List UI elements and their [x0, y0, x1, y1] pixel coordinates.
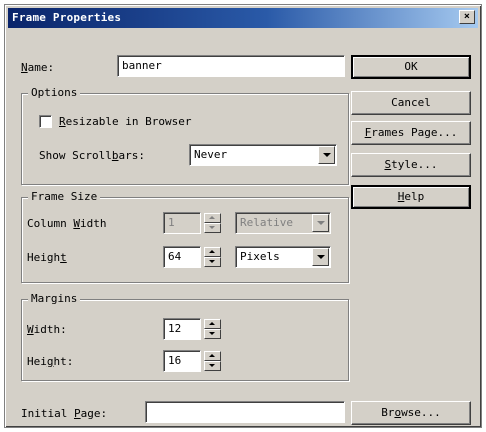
resizable-label[interactable]: Resizable in Browser: [59, 115, 191, 128]
frame-height-label: Height: [27, 251, 67, 264]
show-scrollbars-select[interactable]: Never: [189, 144, 337, 166]
name-input[interactable]: banner: [117, 55, 345, 77]
column-width-unit-value: Relative: [240, 216, 293, 229]
resizable-checkbox[interactable]: [39, 115, 52, 128]
margin-width-label: Width:: [27, 323, 67, 336]
cancel-button[interactable]: Cancel: [351, 91, 471, 115]
window-title: Frame Properties: [12, 11, 122, 24]
options-group-title: Options: [28, 86, 81, 99]
frame-height-unit-value: Pixels: [240, 250, 280, 263]
column-width-spinner: [204, 213, 221, 233]
frame-properties-dialog: Frame Properties × Name: banner Options …: [4, 4, 482, 428]
frame-height-spinner[interactable]: [204, 247, 221, 267]
show-scrollbars-value: Never: [194, 148, 228, 161]
margin-height-label: Height:: [27, 355, 74, 368]
help-button[interactable]: Help: [351, 185, 471, 209]
column-width-label: Column Width: [27, 217, 107, 230]
margin-height-input[interactable]: 16: [163, 350, 201, 372]
frames-page-button[interactable]: Frames Page...: [351, 121, 471, 145]
show-scrollbars-label: Show Scrollbars:: [39, 149, 145, 162]
browse-button[interactable]: Browse...: [351, 401, 471, 425]
chevron-down-icon[interactable]: [318, 146, 335, 164]
chevron-down-icon[interactable]: [312, 248, 329, 266]
frame-size-group-title: Frame Size: [28, 190, 101, 203]
initial-page-input[interactable]: [145, 401, 345, 423]
title-bar[interactable]: Frame Properties ×: [8, 8, 478, 28]
frame-height-unit-select[interactable]: Pixels: [235, 246, 331, 268]
column-width-unit-select: Relative: [235, 212, 331, 234]
frame-height-input[interactable]: 64: [163, 246, 201, 268]
close-icon[interactable]: ×: [459, 10, 475, 24]
margin-width-spinner[interactable]: [204, 319, 221, 339]
options-group: Options: [21, 86, 349, 185]
margins-group-title: Margins: [28, 292, 81, 305]
ok-button[interactable]: OK: [351, 55, 471, 79]
initial-page-label: Initial Page:: [21, 407, 108, 420]
style-button[interactable]: Style...: [351, 153, 471, 177]
frame-size-group: Frame Size: [21, 190, 349, 283]
chevron-down-icon: [312, 214, 329, 232]
margin-width-input[interactable]: 12: [163, 318, 201, 340]
margin-height-spinner[interactable]: [204, 351, 221, 371]
name-label: Name:: [21, 61, 55, 74]
column-width-input: 1: [163, 212, 201, 234]
